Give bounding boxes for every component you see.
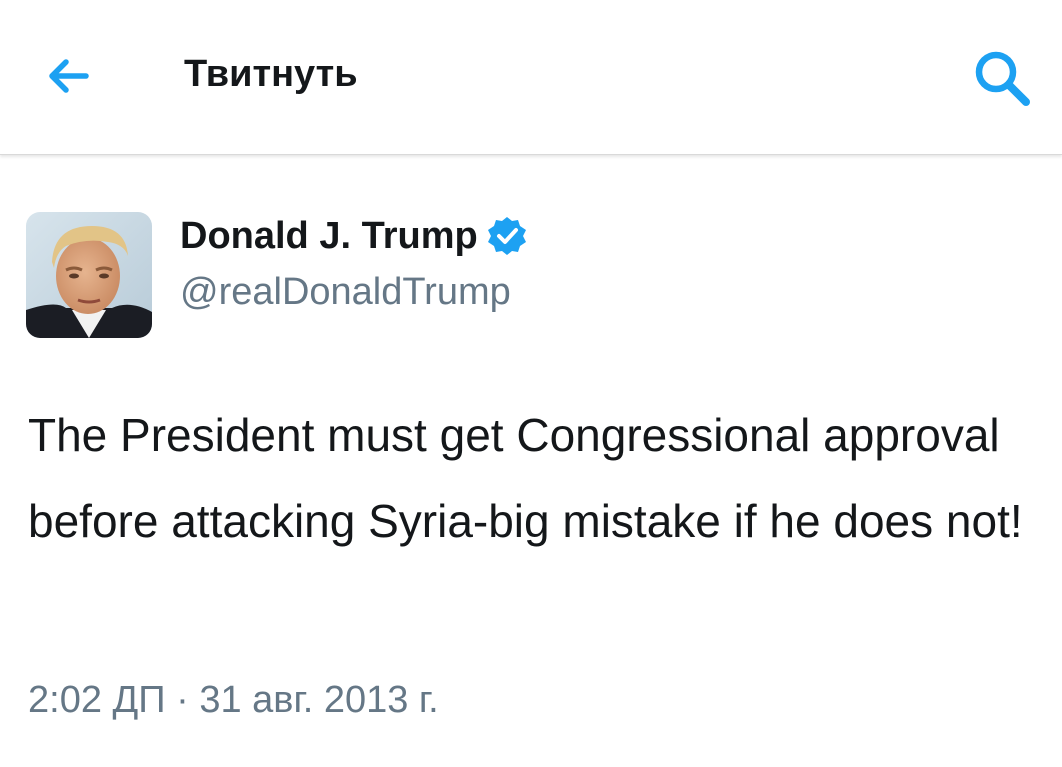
verified-badge-icon	[487, 217, 526, 255]
tweet-timestamp[interactable]: 2:02 ДП · 31 авг. 2013 г.	[28, 676, 439, 724]
back-button[interactable]	[36, 44, 100, 108]
search-button[interactable]	[962, 40, 1042, 116]
search-icon	[975, 51, 1030, 106]
top-app-bar: Твитнуть	[0, 0, 1062, 155]
tweet-text: The President must get Congressional app…	[28, 409, 1023, 547]
avatar-photo	[26, 212, 152, 338]
author-name[interactable]: Donald J. Trump	[180, 212, 478, 260]
page-title: Твитнуть	[184, 53, 358, 95]
arrow-left-icon	[49, 59, 89, 93]
tweet-card[interactable]: Donald J. Trump @realDonaldTrump The Pre…	[0, 156, 1062, 767]
avatar[interactable]	[26, 212, 152, 338]
author-handle[interactable]: @realDonaldTrump	[180, 268, 511, 316]
author-name-row[interactable]: Donald J. Trump	[180, 212, 528, 260]
